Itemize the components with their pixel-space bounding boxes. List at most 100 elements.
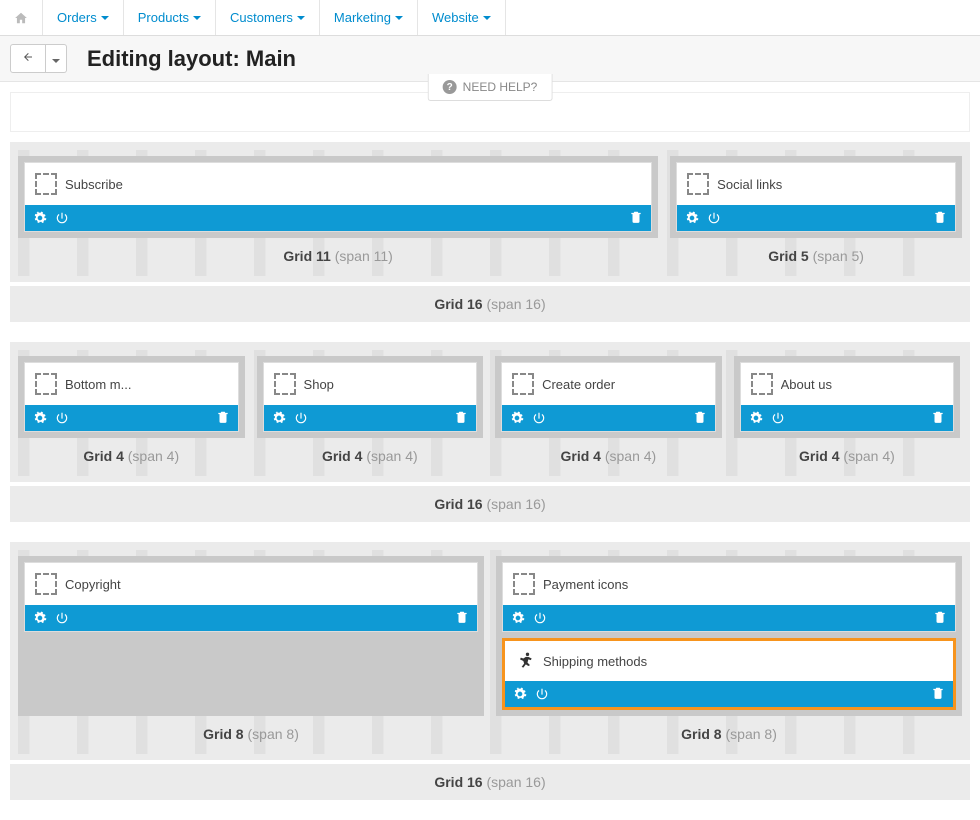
gear-icon[interactable] (513, 687, 527, 701)
home-icon (14, 11, 28, 25)
block-placeholder-icon (751, 373, 773, 395)
block-toolbar (25, 405, 238, 431)
trash-icon[interactable] (629, 210, 643, 224)
gear-icon[interactable] (272, 411, 286, 425)
block-shop[interactable]: Shop (263, 362, 478, 432)
gear-icon[interactable] (33, 211, 47, 225)
chevron-down-icon (101, 16, 109, 20)
power-icon[interactable] (55, 211, 69, 225)
grid-label: Grid 11 (span 11) (18, 238, 658, 270)
nav-customers[interactable]: Customers (216, 0, 320, 35)
trash-icon[interactable] (933, 210, 947, 224)
block-title: Subscribe (65, 177, 123, 192)
block-title: About us (781, 377, 832, 392)
grid-cell[interactable]: Copyright Grid 8 (span 8) (18, 556, 484, 748)
block-placeholder-icon (35, 573, 57, 595)
trash-icon[interactable] (931, 410, 945, 424)
grid-cell[interactable]: Create order Grid 4 (span 4) (495, 356, 722, 470)
nav-website[interactable]: Website (418, 0, 506, 35)
need-help-button[interactable]: ? NEED HELP? (428, 74, 553, 101)
trash-icon[interactable] (931, 686, 945, 700)
block-subscribe[interactable]: Subscribe (24, 162, 652, 232)
block-social-links[interactable]: Social links (676, 162, 956, 232)
power-icon[interactable] (55, 611, 69, 625)
block-title: Social links (717, 177, 782, 192)
block-placeholder-icon (35, 173, 57, 195)
block-placeholder-icon (512, 373, 534, 395)
grid-label: Grid 4 (span 4) (257, 438, 484, 470)
layout-editor: Subscribe (10, 142, 970, 800)
outer-grid-label: Grid 16 (span 16) (10, 486, 970, 522)
gear-icon[interactable] (33, 411, 47, 425)
running-person-icon (515, 651, 535, 671)
block-toolbar (505, 681, 953, 707)
back-button-group (10, 44, 67, 73)
trash-icon[interactable] (933, 610, 947, 624)
gear-icon[interactable] (749, 411, 763, 425)
nav-orders[interactable]: Orders (43, 0, 124, 35)
block-title: Bottom m... (65, 377, 131, 392)
nav-products[interactable]: Products (124, 0, 216, 35)
block-shipping-methods[interactable]: Shipping methods (502, 638, 956, 710)
block-toolbar (264, 405, 477, 431)
chevron-down-icon (483, 16, 491, 20)
power-icon[interactable] (771, 411, 785, 425)
block-payment-icons[interactable]: Payment icons (502, 562, 956, 632)
nav-marketing[interactable]: Marketing (320, 0, 418, 35)
chevron-down-icon (52, 59, 60, 63)
block-toolbar (677, 205, 955, 231)
block-bottom-menu[interactable]: Bottom m... (24, 362, 239, 432)
power-icon[interactable] (533, 611, 547, 625)
trash-icon[interactable] (455, 610, 469, 624)
trash-icon[interactable] (693, 410, 707, 424)
grid-cell[interactable]: Bottom m... Grid 4 (span 4) (18, 356, 245, 470)
home-nav-item[interactable] (0, 0, 43, 35)
outer-grid-label: Grid 16 (span 16) (10, 286, 970, 322)
grid-cell[interactable]: Payment icons Shipping methods (496, 556, 962, 748)
block-about-us[interactable]: About us (740, 362, 955, 432)
grid-label: Grid 8 (span 8) (18, 716, 484, 748)
nav-marketing-label: Marketing (334, 10, 391, 25)
block-copyright[interactable]: Copyright (24, 562, 478, 632)
title-bar: Editing layout: Main ? NEED HELP? (0, 36, 980, 82)
grid-cell[interactable]: Social links (670, 156, 962, 270)
grid-label: Grid 4 (span 4) (734, 438, 961, 470)
grid-cell[interactable]: Shop Grid 4 (span 4) (257, 356, 484, 470)
grid-label: Grid 5 (span 5) (670, 238, 962, 270)
gear-icon[interactable] (510, 411, 524, 425)
grid-cell[interactable]: About us Grid 4 (span 4) (734, 356, 961, 470)
block-placeholder-icon (687, 173, 709, 195)
top-nav: Orders Products Customers Marketing Webs… (0, 0, 980, 36)
grid-section-3: Copyright Grid 8 (span 8) Payment (10, 542, 970, 760)
block-toolbar (503, 605, 955, 631)
block-toolbar (25, 605, 477, 631)
help-label: NEED HELP? (463, 80, 538, 94)
page-title: Editing layout: Main (87, 46, 296, 72)
grid-section-1: Subscribe (10, 142, 970, 282)
chevron-down-icon (297, 16, 305, 20)
grid-label: Grid 4 (span 4) (18, 438, 245, 470)
grid-cell[interactable]: Subscribe (18, 156, 658, 270)
power-icon[interactable] (294, 411, 308, 425)
gear-icon[interactable] (33, 611, 47, 625)
block-placeholder-icon (35, 373, 57, 395)
trash-icon[interactable] (216, 410, 230, 424)
block-title: Create order (542, 377, 615, 392)
arrow-left-icon (21, 51, 35, 63)
power-icon[interactable] (532, 411, 546, 425)
nav-products-label: Products (138, 10, 189, 25)
block-title: Shipping methods (543, 654, 647, 669)
power-icon[interactable] (535, 687, 549, 701)
block-placeholder-icon (513, 573, 535, 595)
power-icon[interactable] (55, 411, 69, 425)
question-icon: ? (443, 80, 457, 94)
block-create-order[interactable]: Create order (501, 362, 716, 432)
block-toolbar (741, 405, 954, 431)
power-icon[interactable] (707, 211, 721, 225)
back-button[interactable] (10, 44, 46, 73)
back-dropdown-button[interactable] (46, 44, 67, 73)
nav-website-label: Website (432, 10, 479, 25)
trash-icon[interactable] (454, 410, 468, 424)
gear-icon[interactable] (511, 611, 525, 625)
gear-icon[interactable] (685, 211, 699, 225)
